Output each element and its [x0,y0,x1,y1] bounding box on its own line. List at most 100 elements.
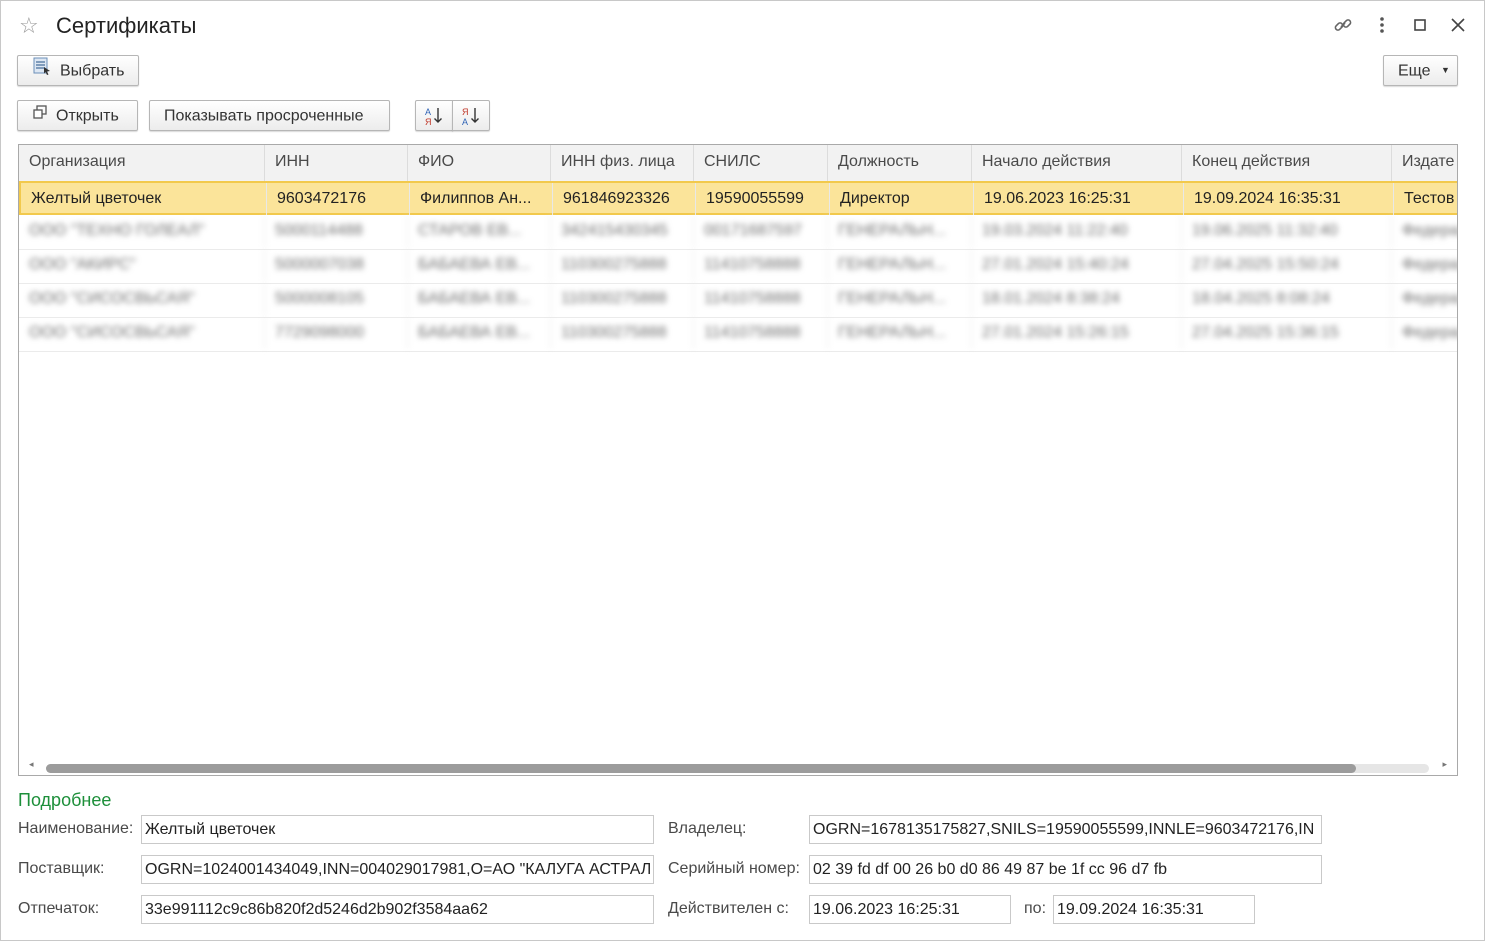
table-cell: 110300275888 [551,249,694,281]
table-cell: 11410758888 [694,283,828,315]
table-cell: ГЕНЕРАЛЬН... [828,317,972,349]
svg-text:Я: Я [425,117,432,127]
owner-field[interactable]: OGRN=1678135175827,SNILS=19590055599,INN… [809,815,1322,844]
open-button-label: Открыть [56,107,119,125]
table-cell: 9603472176 [267,183,410,215]
table-row[interactable]: ООО "АКИРС" 5000007038 БАБАЕВА ЕВ... 110… [19,249,1457,284]
column-header-snils[interactable]: СНИЛС [694,145,828,181]
show-expired-button[interactable]: Показывать просроченные [149,100,390,131]
table-cell: Желтый цветочек [21,183,267,215]
table-cell: ООО "АКИРС" [19,249,265,281]
table-cell: ООО "ТЕХНО ГОЛЕАЛ" [19,215,265,247]
serial-number-field[interactable]: 02 39 fd df 00 26 b0 d0 86 49 87 be 1f c… [809,855,1322,884]
supplier-label: Поставщик: [18,860,105,877]
table-cell: БАБАЕВА ЕВ... [408,249,551,281]
table-cell: Тестов [1394,183,1457,215]
svg-text:А: А [462,117,468,127]
table-row[interactable]: ООО "СИСОСВЬСАЯ" 7729098000 БАБАЕВА ЕВ..… [19,317,1457,352]
table-cell: 19.03.2024 11:22:40 [972,215,1182,247]
table-cell: БАБАЕВА ЕВ... [408,283,551,315]
table-cell: 5000007038 [265,249,408,281]
link-icon[interactable] [1332,15,1354,37]
table-cell: 00171687597 [694,215,828,247]
thumbprint-label: Отпечаток: [18,900,100,917]
sort-descending-button[interactable]: ЯА [452,100,490,131]
title-bar: ☆ Сертификаты [1,1,1484,53]
table-row[interactable]: ООО "ТЕХНО ГОЛЕАЛ" 5000114488 СТАРОВ ЕВ.… [19,215,1457,250]
table-cell: 11410758888 [694,317,828,349]
thumbprint-field[interactable]: 33e991112c9c86b820f2d5246d2b902f3584aa62 [141,895,654,924]
sort-ascending-icon: АЯ [423,107,445,131]
table-cell: 19590055599 [696,183,830,215]
select-button[interactable]: Выбрать [17,55,139,86]
table-cell: ООО "СИСОСВЬСАЯ" [19,283,265,315]
dropdown-arrow-icon: ▼ [1441,65,1450,76]
table-cell: 19.06.2025 11:32:40 [1182,215,1392,247]
table-cell: 27.01.2024 15:26:15 [972,317,1182,349]
table-cell: ГЕНЕРАЛЬН... [828,249,972,281]
column-header-fio[interactable]: ФИО [408,145,551,181]
table-cell: СТАРОВ ЕВ... [408,215,551,247]
certificates-table[interactable]: Организация ИНН ФИО ИНН физ. лица СНИЛС … [18,144,1458,776]
select-list-icon [32,56,52,85]
table-cell: 27.04.2025 15:36:15 [1182,317,1392,349]
table-cell: Федерал [1392,215,1457,247]
column-header-inn-person[interactable]: ИНН физ. лица [551,145,694,181]
favorite-star-icon[interactable]: ☆ [19,14,43,38]
owner-label: Владелец: [668,820,747,837]
table-cell: 7729098000 [265,317,408,349]
column-header-end-date[interactable]: Конец действия [1182,145,1392,181]
name-field[interactable]: Желтый цветочек [141,815,654,844]
certificates-window: ☆ Сертификаты Выбрать Еще ▼ Открыть Пока… [0,0,1485,941]
valid-to-field[interactable]: 19.09.2024 16:35:31 [1053,895,1255,924]
table-cell: 110300275888 [551,283,694,315]
table-cell: 19.09.2024 16:35:31 [1184,183,1394,215]
valid-from-label: Действителен с: [668,900,789,917]
scrollbar-thumb[interactable] [46,764,1356,773]
open-button[interactable]: Открыть [17,100,138,131]
sort-ascending-button[interactable]: АЯ [415,100,453,131]
table-cell: Филиппов Ан... [410,183,553,215]
svg-text:Я: Я [462,107,469,117]
column-header-issuer[interactable]: Издате [1392,145,1457,181]
svg-text:А: А [425,107,431,117]
column-header-organization[interactable]: Организация [19,145,265,181]
table-cell: 342415430345 [551,215,694,247]
table-row-selected[interactable]: Желтый цветочек 9603472176 Филиппов Ан..… [19,181,1457,215]
table-cell: ГЕНЕРАЛЬН... [828,215,972,247]
table-cell: 19.06.2023 16:25:31 [974,183,1184,215]
more-button[interactable]: Еще ▼ [1383,55,1458,86]
scrollbar-track[interactable] [46,764,1429,773]
close-icon[interactable] [1447,15,1469,37]
table-cell: Директор [830,183,974,215]
more-vertical-icon[interactable] [1371,15,1393,37]
details-section-title[interactable]: Подробнее [18,790,111,811]
table-cell: Федерал [1392,283,1457,315]
table-cell: 110300275888 [551,317,694,349]
table-cell: 27.01.2024 15:40:24 [972,249,1182,281]
horizontal-scrollbar[interactable]: ◂ ▸ [19,757,1457,775]
scroll-left-arrow-icon[interactable]: ◂ [29,759,34,770]
select-button-label: Выбрать [60,62,125,80]
supplier-field[interactable]: OGRN=1024001434049,INN=004029017981,O=АО… [141,855,654,884]
serial-number-label: Серийный номер: [668,860,800,877]
table-cell: ГЕНЕРАЛЬН... [828,283,972,315]
window-title: Сертификаты [56,13,197,38]
table-cell: 18.01.2024 8:38:24 [972,283,1182,315]
sort-descending-icon: ЯА [460,107,482,131]
table-cell: Федерал [1392,317,1457,349]
column-header-inn[interactable]: ИНН [265,145,408,181]
table-cell: 11410758888 [694,249,828,281]
maximize-icon[interactable] [1409,15,1431,37]
open-window-icon [32,101,48,130]
valid-from-field[interactable]: 19.06.2023 16:25:31 [809,895,1011,924]
column-header-start-date[interactable]: Начало действия [972,145,1182,181]
table-cell: 961846923326 [553,183,696,215]
name-label: Наименование: [18,820,134,837]
table-row[interactable]: ООО "СИСОСВЬСАЯ" 5000008105 БАБАЕВА ЕВ..… [19,283,1457,318]
table-cell: Федерал [1392,249,1457,281]
scroll-right-arrow-icon[interactable]: ▸ [1442,759,1447,770]
table-cell: 18.04.2025 8:08:24 [1182,283,1392,315]
valid-to-label: по: [1024,900,1047,917]
column-header-position[interactable]: Должность [828,145,972,181]
